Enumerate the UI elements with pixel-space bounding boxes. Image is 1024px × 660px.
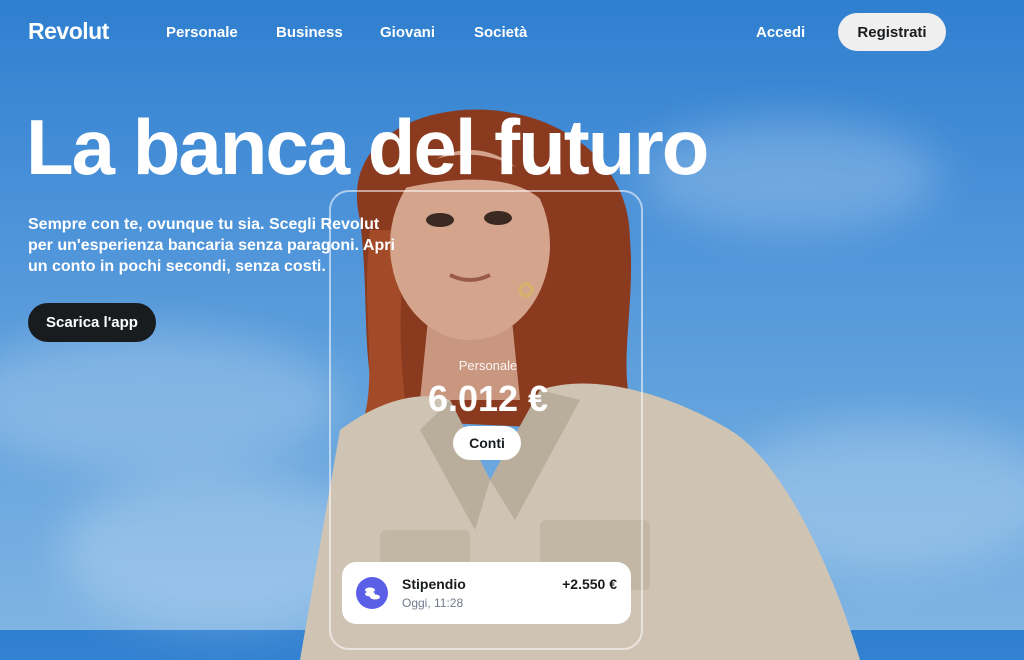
- login-link[interactable]: Accedi: [756, 24, 805, 41]
- nav-link-business[interactable]: Business: [276, 24, 343, 41]
- transaction-title: Stipendio: [402, 576, 466, 592]
- transaction-amount: +2.550 €: [562, 576, 617, 592]
- nav-link-personale[interactable]: Personale: [166, 24, 238, 41]
- top-nav: Revolut Personale Business Giovani Socie…: [0, 0, 1024, 64]
- cloud: [0, 330, 340, 470]
- nav-link-giovani[interactable]: Giovani: [380, 24, 435, 41]
- transaction-card: Stipendio Oggi, 11:28 +2.550 €: [342, 562, 631, 624]
- hero-headline: La banca del futuro: [26, 103, 709, 191]
- nav-link-societa[interactable]: Società: [474, 24, 527, 41]
- accounts-button[interactable]: Conti: [453, 426, 521, 460]
- account-label: Personale: [458, 358, 518, 373]
- revolut-logo[interactable]: Revolut: [28, 18, 109, 45]
- account-balance: 6.012 €: [427, 378, 549, 419]
- download-app-button[interactable]: Scarica l'app: [28, 303, 156, 342]
- signup-button[interactable]: Registrati: [838, 13, 946, 51]
- coins-icon: [356, 577, 388, 609]
- transaction-time: Oggi, 11:28: [402, 596, 464, 610]
